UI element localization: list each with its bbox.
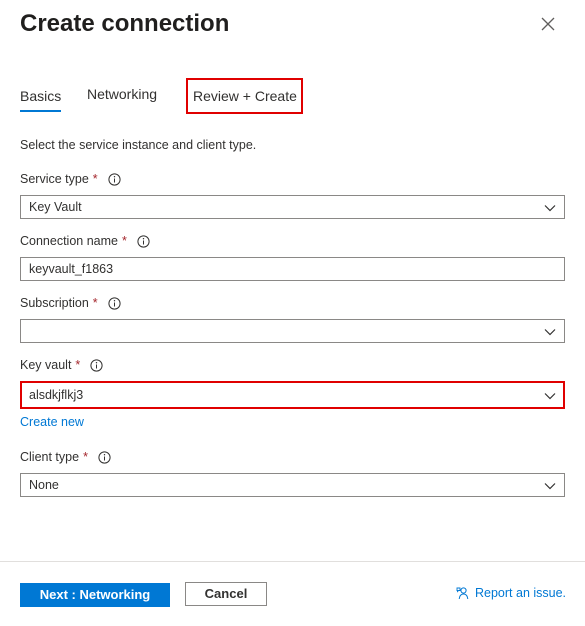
- feedback-icon: [456, 586, 470, 600]
- create-new-link[interactable]: Create new: [20, 415, 84, 429]
- info-icon[interactable]: [98, 450, 111, 464]
- chevron-down-icon: [543, 479, 557, 493]
- intro-text: Select the service instance and client t…: [20, 138, 257, 152]
- chevron-down-icon: [543, 389, 557, 403]
- connection-name-label-text: Connection name: [20, 234, 118, 248]
- client-type-dropdown[interactable]: None: [20, 473, 565, 497]
- tab-bar: Basics Networking Review + Create: [20, 78, 560, 118]
- info-icon[interactable]: [90, 358, 103, 372]
- cancel-button[interactable]: Cancel: [185, 582, 267, 606]
- service-type-value: Key Vault: [29, 200, 82, 214]
- service-type-label-text: Service type: [20, 172, 89, 186]
- close-icon: [536, 12, 560, 36]
- chevron-down-icon: [543, 325, 557, 339]
- client-type-value: None: [29, 478, 59, 492]
- report-issue-label: Report an issue.: [475, 586, 567, 600]
- subscription-label: Subscription *: [20, 296, 121, 310]
- service-type-label: Service type *: [20, 172, 121, 186]
- service-type-dropdown[interactable]: Key Vault: [20, 195, 565, 219]
- report-issue-link[interactable]: Report an issue.: [456, 586, 566, 600]
- client-type-label: Client type *: [20, 450, 111, 464]
- required-asterisk: *: [121, 234, 127, 248]
- key-vault-value: alsdkjflkj3: [29, 388, 84, 402]
- key-vault-dropdown[interactable]: alsdkjflkj3: [20, 381, 565, 409]
- tab-basics[interactable]: Basics: [20, 86, 62, 112]
- connection-name-input[interactable]: keyvault_f1863: [20, 257, 565, 281]
- dialog-title: Create connection: [20, 10, 230, 37]
- key-vault-label-text: Key vault: [20, 358, 72, 372]
- required-asterisk: *: [83, 450, 88, 464]
- required-asterisk: *: [75, 358, 81, 372]
- key-vault-label: Key vault *: [20, 358, 103, 372]
- tab-review-create[interactable]: Review + Create: [186, 78, 303, 114]
- tab-networking[interactable]: Networking: [87, 84, 157, 104]
- required-asterisk: *: [92, 296, 98, 310]
- client-type-label-text: Client type: [20, 450, 80, 464]
- info-icon[interactable]: [108, 172, 121, 186]
- next-networking-button[interactable]: Next : Networking: [20, 583, 170, 607]
- info-icon[interactable]: [108, 296, 121, 310]
- required-asterisk: *: [92, 172, 98, 186]
- chevron-down-icon: [543, 201, 557, 215]
- connection-name-value: keyvault_f1863: [29, 262, 114, 276]
- subscription-label-text: Subscription: [20, 296, 89, 310]
- info-icon[interactable]: [137, 234, 150, 248]
- footer-divider: [0, 561, 585, 562]
- subscription-dropdown[interactable]: [20, 319, 565, 343]
- close-button[interactable]: [536, 12, 560, 36]
- connection-name-label: Connection name *: [20, 234, 150, 248]
